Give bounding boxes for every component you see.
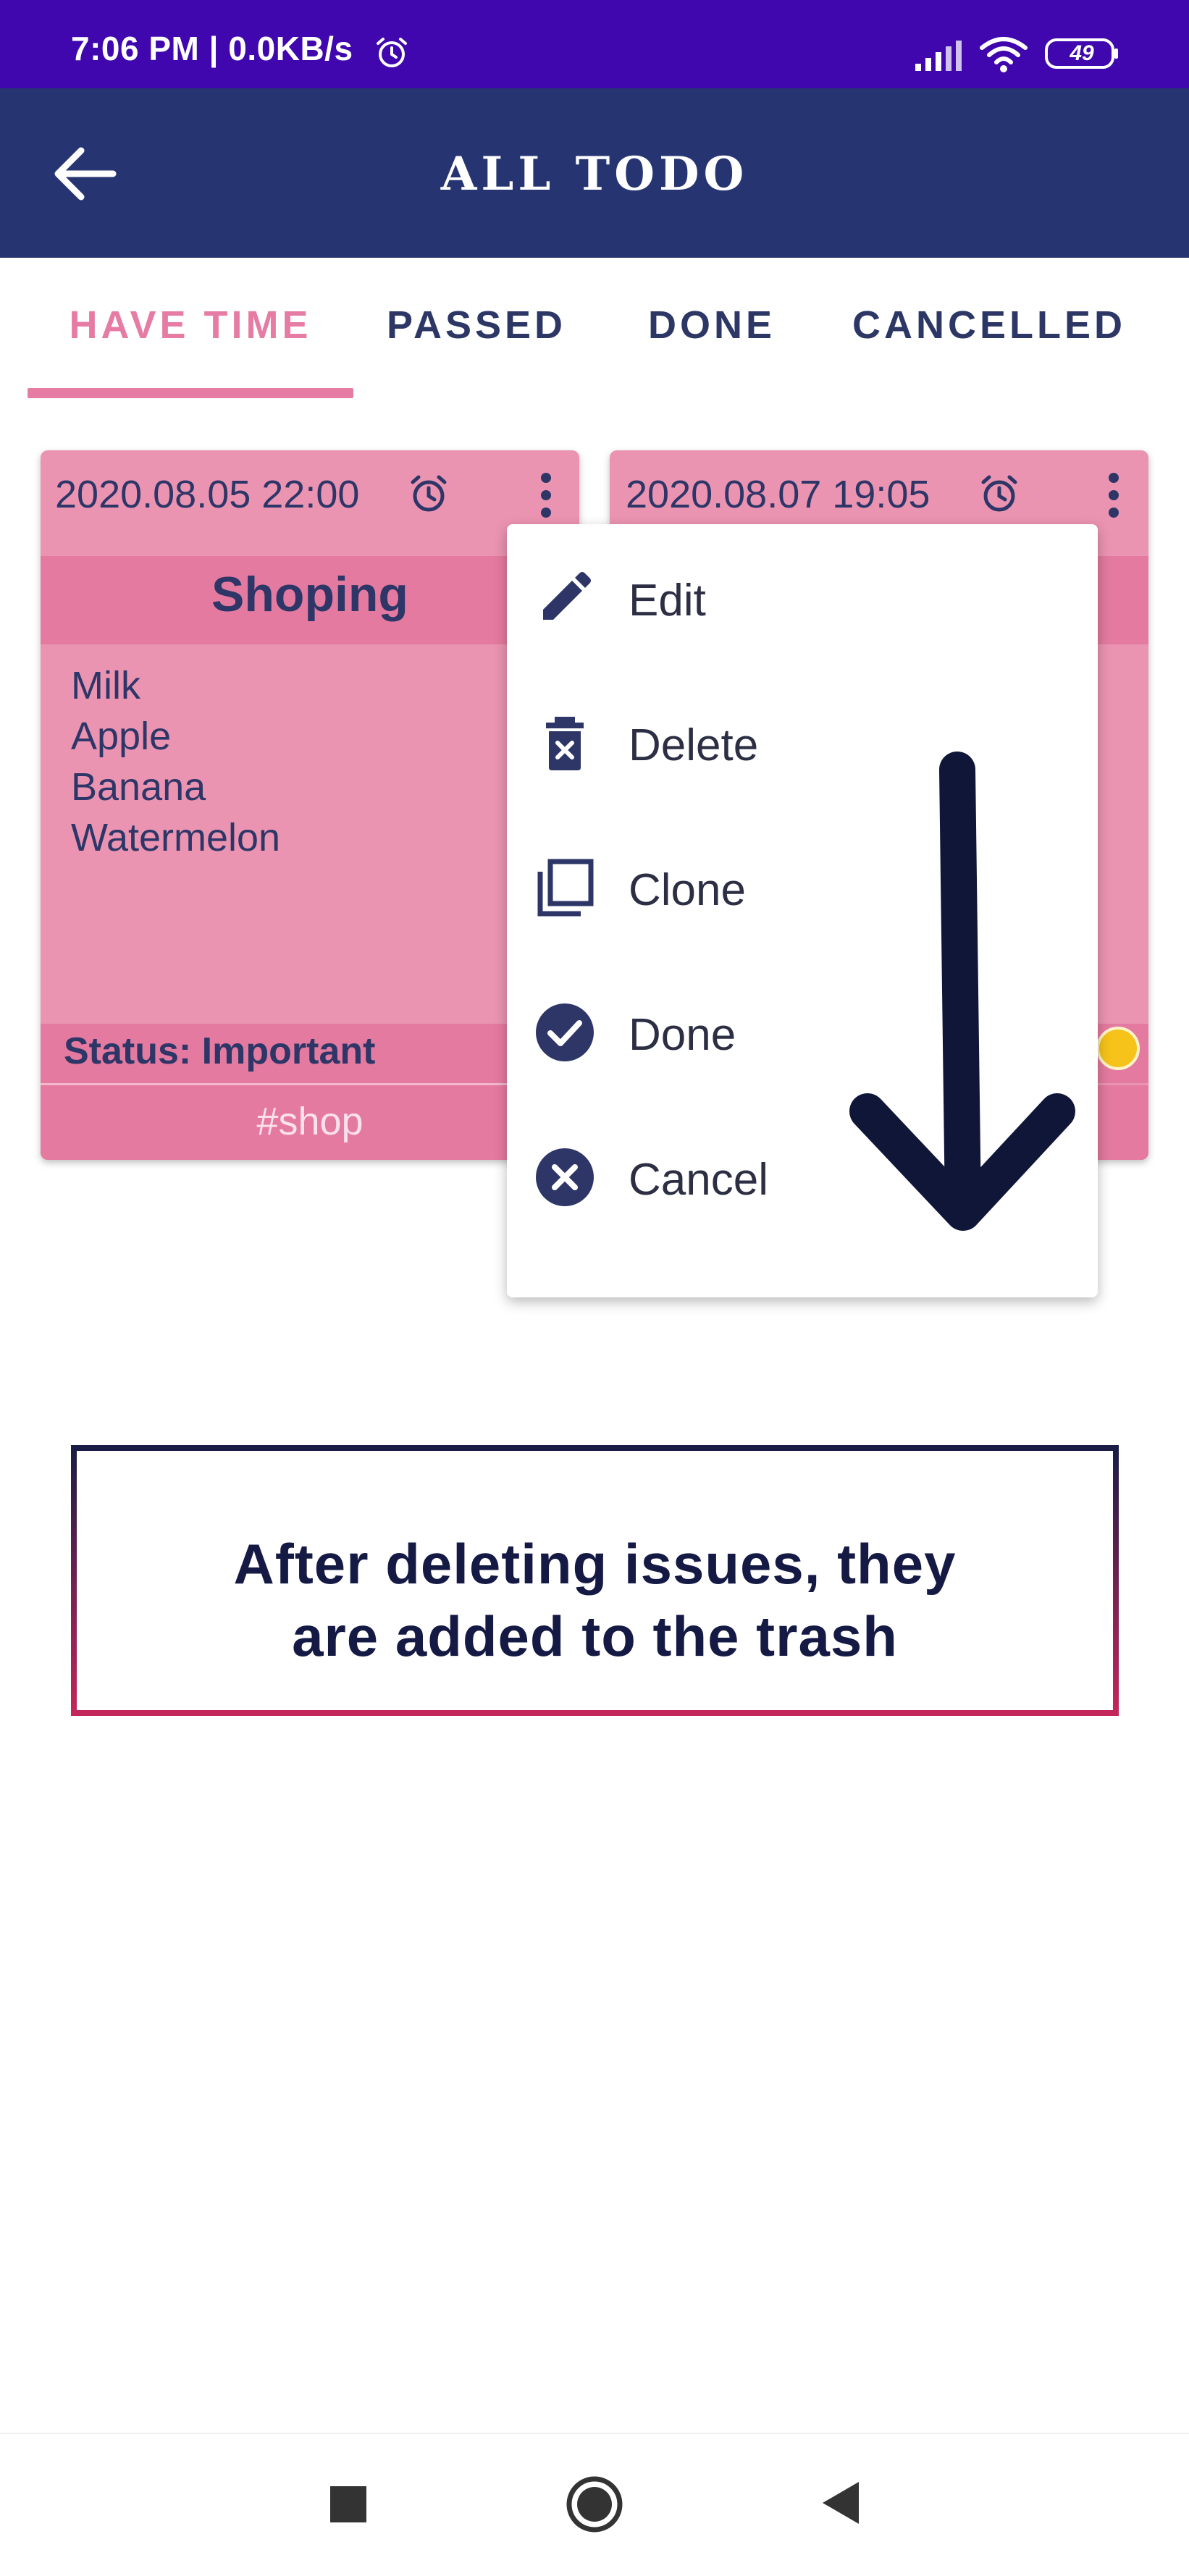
wifi-icon <box>980 37 1028 72</box>
page-title: ALL TODO <box>440 147 749 201</box>
menu-item-label: Edit <box>629 576 706 626</box>
caption-line: are added to the trash <box>292 1604 898 1668</box>
battery-icon: 49 <box>1044 38 1119 70</box>
alarm-clock-icon <box>411 475 447 512</box>
status-dot <box>1096 1027 1140 1070</box>
card-date: 2020.08.05 22:00 <box>55 473 360 516</box>
signal-icon <box>915 41 962 71</box>
list-item: Apple <box>71 715 172 758</box>
more-vertical-icon[interactable] <box>532 468 560 526</box>
caption-line: After deleting issues, they <box>233 1532 957 1596</box>
card-status: Status: Important <box>64 1030 376 1072</box>
pencil-icon <box>543 572 591 620</box>
card-date: 2020.08.07 19:05 <box>626 473 930 516</box>
card-items: Milk Apple Banana Watermelon <box>71 660 280 863</box>
alarm-clock-icon <box>377 38 407 67</box>
more-vertical-icon[interactable] <box>1099 468 1128 526</box>
tab-indicator <box>28 388 353 398</box>
menu-item-label: Clone <box>629 865 746 915</box>
trash-icon <box>546 717 584 770</box>
x-circle-icon <box>536 1148 594 1206</box>
status-time: 7:06 PM | 0.0KB/s <box>71 30 353 67</box>
list-item: Banana <box>71 765 206 809</box>
list-item: Milk <box>71 664 140 707</box>
menu-item-label: Cancel <box>629 1155 768 1205</box>
card-tag: #shop <box>256 1100 364 1143</box>
status-bar: 7:06 PM | 0.0KB/s 49 <box>0 0 1189 88</box>
copy-icon <box>537 859 594 917</box>
square-icon[interactable] <box>330 2486 366 2522</box>
menu-item-edit[interactable]: Edit <box>507 524 1098 669</box>
battery-level: 49 <box>1070 41 1094 65</box>
tab-cancelled[interactable]: CANCELLED <box>846 303 1133 348</box>
circle-home-icon[interactable] <box>565 2475 624 2534</box>
tab-done[interactable]: DONE <box>630 303 794 348</box>
menu-item-label: Done <box>629 1010 736 1060</box>
card-title: Shoping <box>211 567 408 622</box>
alarm-clock-icon <box>981 475 1017 512</box>
triangle-back-icon[interactable] <box>818 2479 862 2527</box>
menu-item-label: Delete <box>629 720 759 770</box>
caption-text: After deleting issues, they are added to… <box>71 1528 1119 1672</box>
tab-passed[interactable]: PASSED <box>377 303 576 348</box>
todo-card[interactable]: 2020.08.05 22:00 Shoping Milk Apple Bana… <box>41 450 579 1160</box>
arrow-down-icon <box>849 752 1075 1231</box>
list-item: Watermelon <box>71 816 281 859</box>
check-circle-icon <box>536 1003 594 1061</box>
tab-have-time[interactable]: HAVE TIME <box>28 303 353 348</box>
